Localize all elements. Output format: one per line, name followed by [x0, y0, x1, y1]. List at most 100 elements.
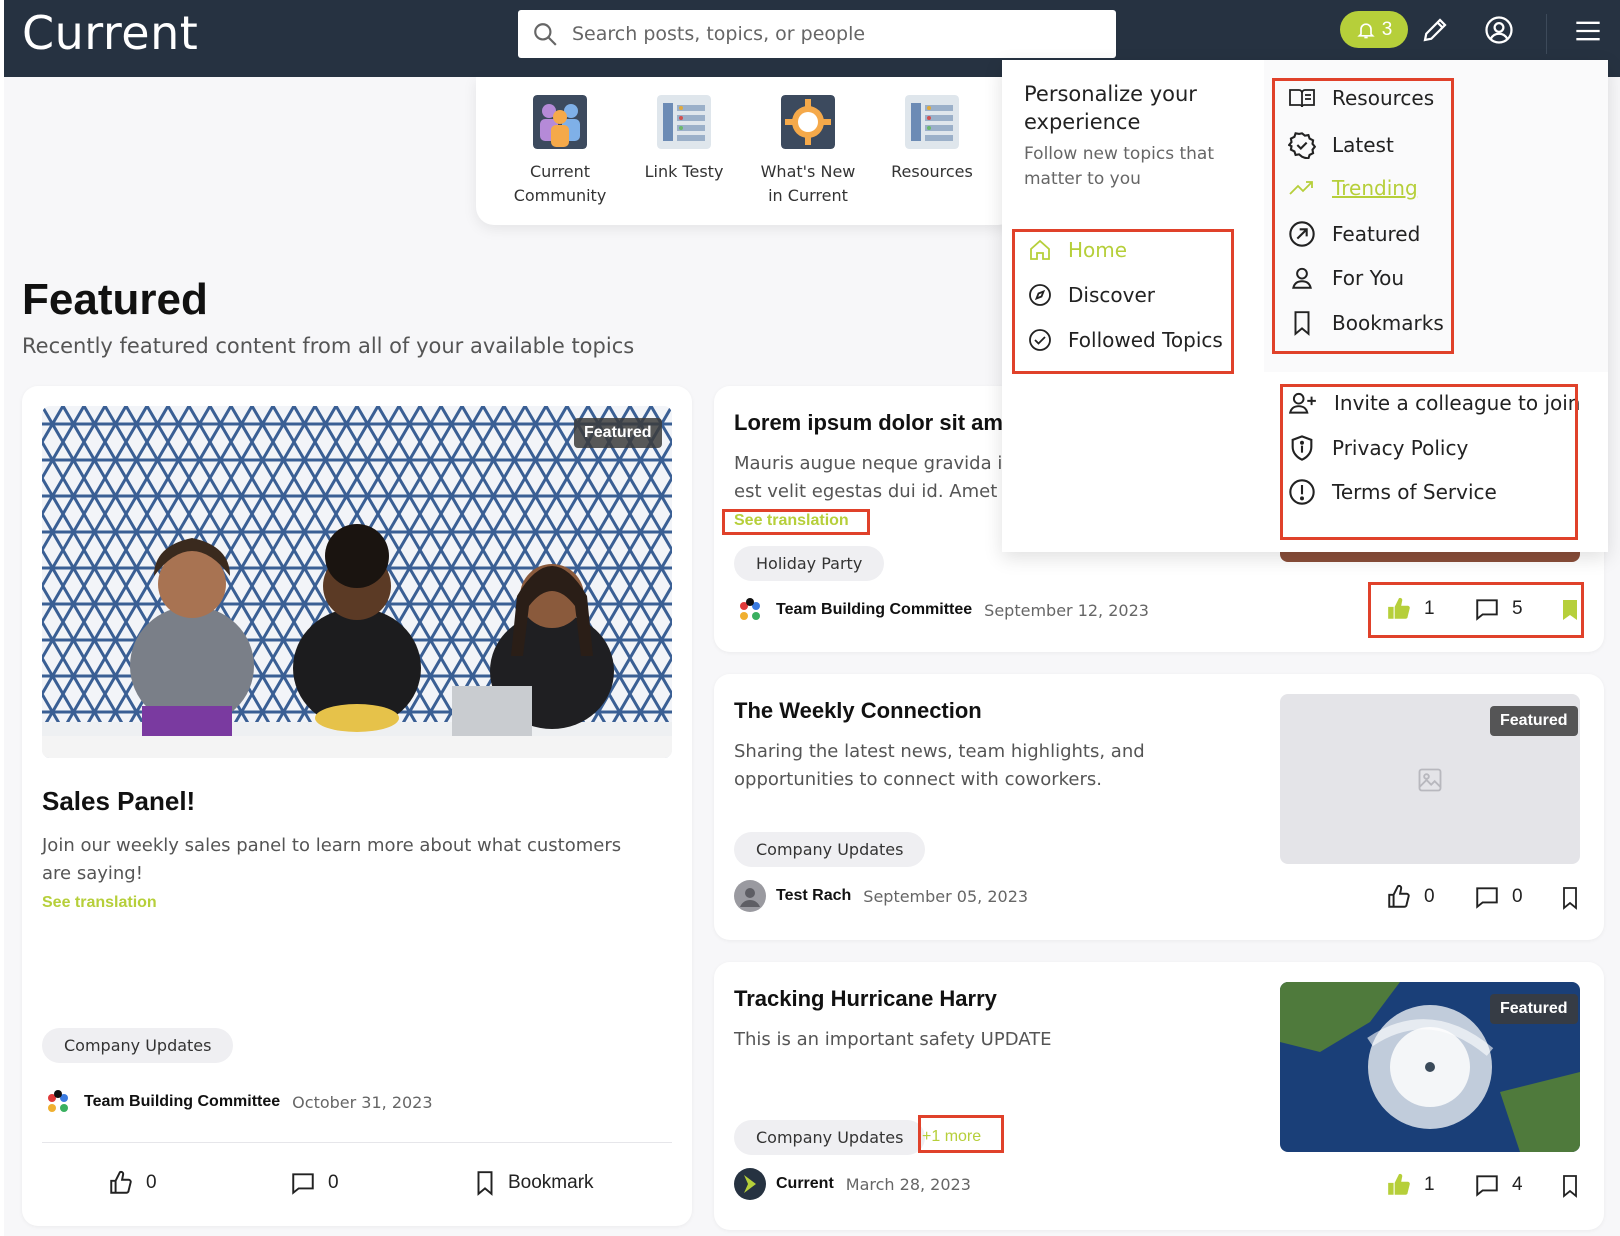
post-author[interactable]: Current March 28, 2023 [734, 1168, 971, 1200]
menu-item-latest[interactable]: Latest [1288, 131, 1394, 159]
comment-icon [1476, 887, 1498, 909]
post-author[interactable]: Team Building Committee September 12, 20… [734, 594, 1149, 626]
author-name[interactable]: Team Building Committee [84, 1093, 280, 1111]
menu-item-featured[interactable]: Featured [1288, 220, 1420, 248]
app-logo[interactable]: Current [22, 6, 198, 60]
post-card-hurricane[interactable]: Featured Tracking Hurricane Harry This i… [714, 962, 1604, 1230]
bookmark-button[interactable]: Bookmark [474, 1170, 594, 1196]
post-author[interactable]: Team Building Committee October 31, 2023 [42, 1086, 433, 1118]
comment-count: 5 [1512, 598, 1523, 619]
post-description: This is an important safety UPDATE [734, 1029, 1052, 1050]
like-button[interactable]: 1 [1386, 596, 1435, 622]
quick-link-resources[interactable]: Resources [872, 95, 992, 184]
menu-item-bookmarks[interactable]: Bookmarks [1288, 310, 1444, 336]
bookmark-icon [1294, 311, 1310, 336]
author-name[interactable]: Team Building Committee [776, 601, 972, 619]
search-box[interactable] [518, 10, 1116, 58]
menu-item-label: Trending [1332, 176, 1418, 200]
quick-link-label: Current [529, 162, 591, 181]
people-icon [533, 95, 587, 149]
quick-link-label: Link Testy [644, 162, 724, 181]
comment-icon [292, 1173, 314, 1195]
menu-item-label: Bookmarks [1332, 311, 1444, 335]
avatar [734, 880, 766, 912]
menu-feeds-column: Resources Latest Trending Featured For Y… [1264, 60, 1608, 552]
post-image[interactable] [42, 406, 672, 758]
comment-button[interactable]: 0 [290, 1170, 339, 1196]
gear-icon [781, 95, 835, 149]
topic-tag[interactable]: Company Updates [734, 1120, 926, 1155]
post-title[interactable]: Lorem ipsum dolor sit ame [734, 410, 1015, 436]
office-meeting-photo [42, 406, 672, 758]
see-translation-link[interactable]: See translation [734, 512, 849, 530]
topic-tag[interactable]: Company Updates [734, 832, 926, 867]
bookmark-icon[interactable] [1560, 886, 1580, 910]
quick-link-label: Resources [891, 162, 973, 181]
comment-button[interactable]: 5 [1474, 596, 1523, 622]
post-title[interactable]: The Weekly Connection [734, 698, 982, 724]
quick-links-panel: Current Community Link Testy What's New [476, 77, 1016, 225]
post-description: Join our weekly sales panel to learn mor… [42, 835, 622, 884]
post-title[interactable]: Tracking Hurricane Harry [734, 986, 997, 1012]
image-placeholder-icon [1418, 768, 1442, 792]
post-card-weekly-connection[interactable]: Featured The Weekly Connection Sharing t… [714, 674, 1604, 940]
more-tags-link[interactable]: +1 more [922, 1128, 981, 1146]
post-date: October 31, 2023 [292, 1092, 433, 1112]
badge-check-icon [1288, 132, 1316, 159]
user-plus-icon [1288, 392, 1316, 414]
bookmark-icon[interactable] [1560, 1174, 1580, 1198]
menu-item-label: Resources [1332, 86, 1435, 110]
hamburger-menu-icon[interactable] [1574, 18, 1602, 44]
topic-tag[interactable]: Holiday Party [734, 546, 885, 581]
comment-button[interactable]: 4 [1474, 1172, 1523, 1198]
post-description: Mauris augue neque gravida ir [734, 453, 1010, 474]
menu-item-resources[interactable]: Resources [1288, 86, 1434, 110]
menu-item-discover[interactable]: Discover [1028, 283, 1155, 307]
featured-badge: Featured [574, 418, 662, 448]
featured-badge: Featured [1490, 706, 1578, 736]
quick-link-current-community[interactable]: Current Community [500, 95, 620, 208]
menu-item-terms-of-service[interactable]: Terms of Service [1288, 478, 1497, 506]
bookmark-filled-icon[interactable] [1560, 598, 1580, 622]
alert-circle-icon [1289, 479, 1315, 505]
current-logo-avatar [734, 1168, 766, 1200]
menu-heading: Personalize your experience [1024, 82, 1197, 134]
menu-item-followed-topics[interactable]: Followed Topics [1028, 328, 1223, 352]
search-icon [534, 23, 557, 46]
menu-item-invite-colleague[interactable]: Invite a colleague to join [1288, 390, 1580, 416]
menu-item-privacy-policy[interactable]: Privacy Policy [1288, 434, 1468, 462]
header-divider [1546, 14, 1547, 54]
menu-personalize-column: Personalize your experience Follow new t… [1002, 60, 1264, 552]
like-count: 1 [1424, 598, 1435, 619]
like-button[interactable]: 0 [108, 1170, 157, 1196]
check-circle-icon [1029, 329, 1051, 351]
notification-count: 3 [1381, 18, 1393, 40]
menu-item-trending[interactable]: Trending [1288, 176, 1418, 200]
author-name[interactable]: Test Rach [776, 887, 851, 905]
featured-card-sales-panel[interactable]: Featured Sales Panel! Join our weekly sa… [22, 386, 692, 1226]
account-icon[interactable] [1484, 15, 1514, 45]
topic-tag[interactable]: Company Updates [42, 1028, 234, 1063]
main-menu-dropdown: Personalize your experience Follow new t… [1002, 60, 1608, 552]
menu-footer-section: Invite a colleague to join Privacy Polic… [1264, 372, 1608, 552]
arrow-up-right-icon [1289, 221, 1315, 247]
list-icon [657, 95, 711, 149]
like-button[interactable]: 1 [1386, 1172, 1435, 1198]
post-title[interactable]: Sales Panel! [42, 786, 195, 817]
list-icon [905, 95, 959, 149]
quick-link-link-testy[interactable]: Link Testy [624, 95, 744, 184]
comment-count: 0 [328, 1172, 339, 1193]
thumbs-up-icon [1388, 884, 1410, 908]
like-button[interactable]: 0 [1386, 884, 1435, 910]
notifications-button[interactable]: 3 [1340, 11, 1408, 48]
menu-item-for-you[interactable]: For You [1288, 265, 1404, 291]
thumbs-up-icon [110, 1170, 132, 1194]
search-input[interactable] [572, 23, 1092, 45]
post-author[interactable]: Test Rach September 05, 2023 [734, 880, 1028, 912]
author-name[interactable]: Current [776, 1175, 834, 1193]
menu-item-home[interactable]: Home [1028, 238, 1127, 262]
see-translation-link[interactable]: See translation [42, 894, 157, 912]
comment-button[interactable]: 0 [1474, 884, 1523, 910]
pencil-icon[interactable] [1420, 15, 1450, 45]
quick-link-whats-new[interactable]: What's New in Current [748, 95, 868, 208]
